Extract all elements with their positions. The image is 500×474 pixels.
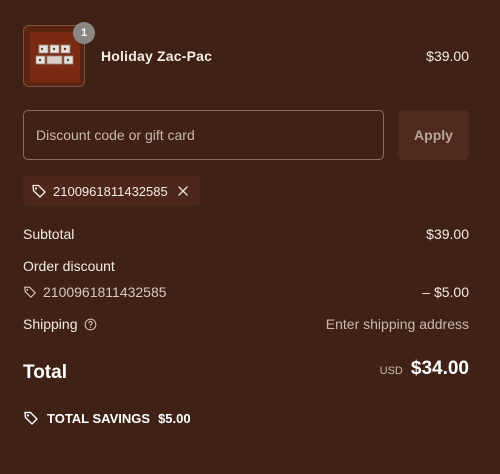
discount-value: – $5.00	[422, 284, 469, 300]
order-summary: 1 Holiday Zac-Pac $39.00 Apply 210096181…	[23, 22, 469, 426]
applied-discount-tag: 2100961811432585	[23, 176, 200, 206]
quantity-badge: 1	[73, 22, 95, 44]
shipping-label: Shipping	[23, 316, 78, 332]
tag-icon	[31, 183, 47, 199]
product-image-icon	[30, 32, 80, 82]
apply-discount-button[interactable]: Apply	[398, 110, 469, 160]
total-label: Total	[23, 362, 67, 383]
discount-code-line: 2100961811432585 – $5.00	[23, 284, 469, 304]
discount-code-input[interactable]	[23, 110, 384, 160]
order-discount-label: Order discount	[23, 258, 115, 274]
product-name: Holiday Zac-Pac	[101, 48, 213, 64]
subtotal-value: $39.00	[426, 226, 469, 242]
shipping-value: Enter shipping address	[325, 316, 469, 332]
help-circle-icon[interactable]	[84, 318, 97, 331]
product-price: $39.00	[426, 48, 469, 64]
shipping-line: Shipping Enter shipping address	[23, 316, 469, 336]
order-discount-line: Order discount	[23, 258, 469, 278]
discount-form: Apply	[23, 110, 469, 162]
subtotal-label: Subtotal	[23, 226, 75, 242]
product-line-item: 1 Holiday Zac-Pac $39.00	[23, 22, 469, 88]
currency-code: USD	[379, 365, 403, 377]
discount-code-text: 2100961811432585	[43, 284, 167, 300]
total-savings: TOTAL SAVINGS $5.00	[23, 410, 469, 426]
savings-label: TOTAL SAVINGS	[47, 410, 151, 426]
subtotal-line: Subtotal $39.00	[23, 226, 469, 246]
product-thumbnail: 1	[23, 22, 95, 87]
total-line: Total USD $34.00	[23, 358, 469, 388]
total-amount: $34.00	[410, 358, 469, 379]
savings-amount: $5.00	[158, 410, 191, 426]
remove-discount-icon[interactable]	[176, 184, 190, 198]
tag-icon	[23, 285, 37, 299]
savings-tag-icon	[23, 410, 39, 426]
applied-discount-code: 2100961811432585	[53, 183, 168, 199]
